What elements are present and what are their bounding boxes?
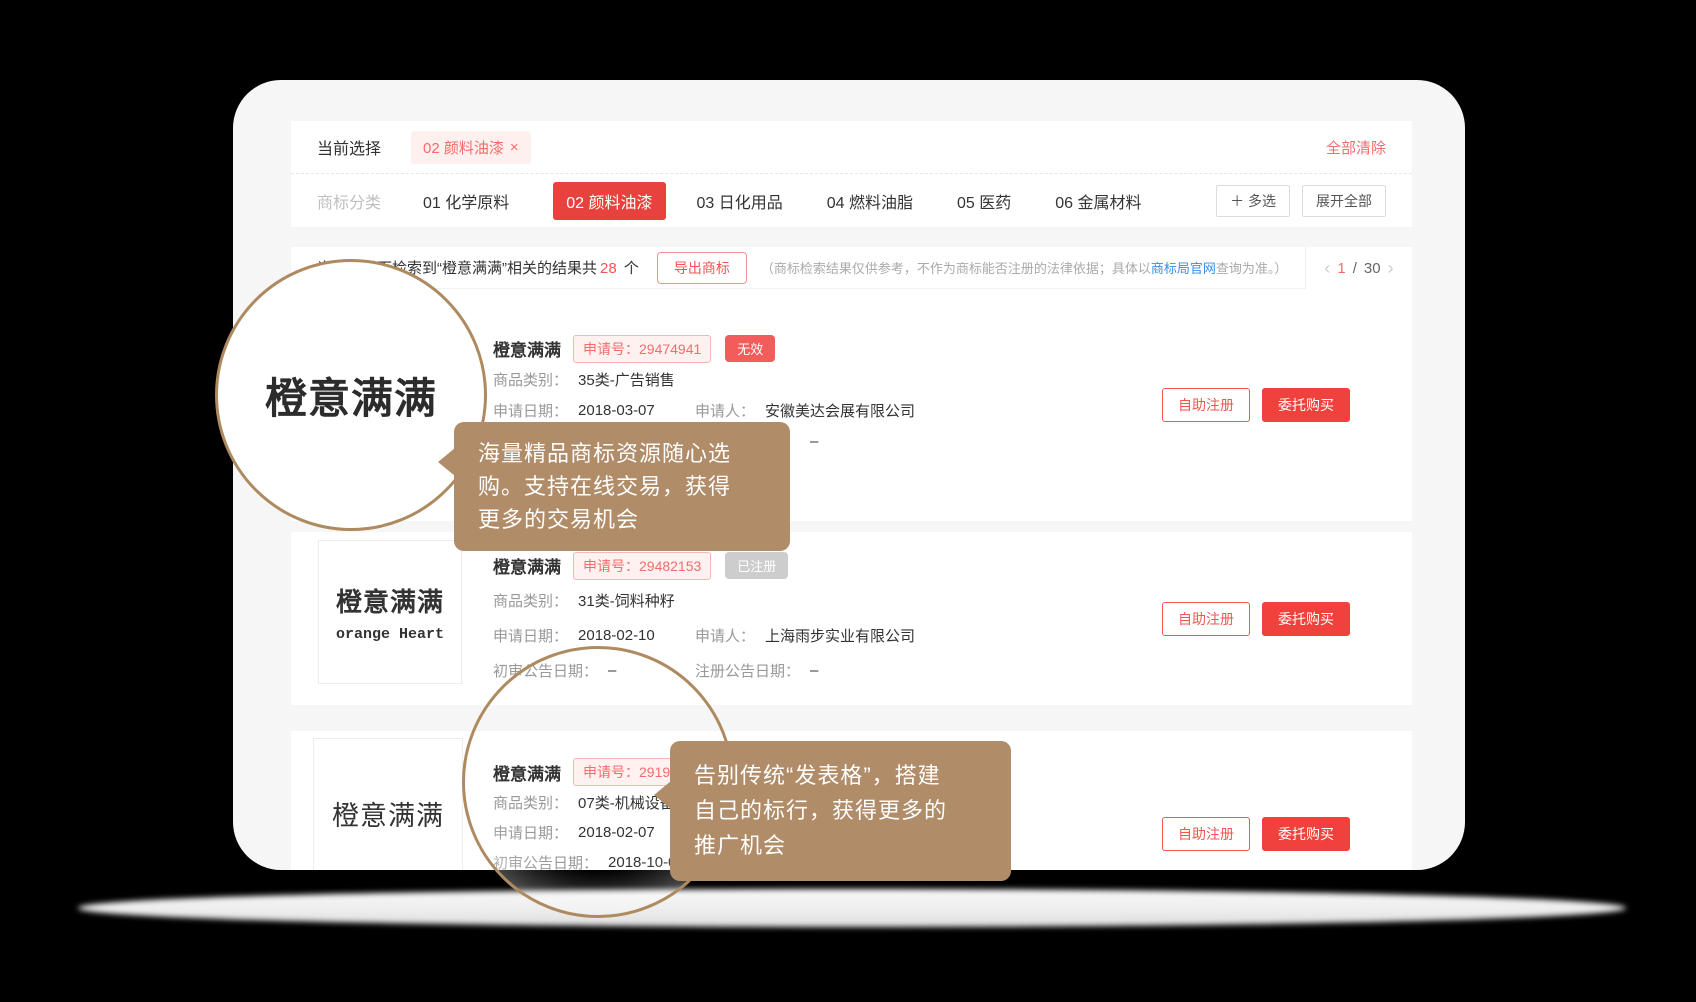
category-item-06[interactable]: 06 金属材料 bbox=[1055, 189, 1141, 213]
remove-filter-icon[interactable]: × bbox=[510, 139, 519, 156]
category-line: 商品类别： 31类-饲料种籽 bbox=[493, 583, 788, 618]
trademark-image-subtext: orange Heart bbox=[336, 626, 444, 643]
application-number-tag: 申请号：29482153 bbox=[573, 552, 711, 580]
entrust-purchase-button[interactable]: 委托购买 bbox=[1262, 817, 1350, 851]
row-actions-2: 自助注册 委托购买 bbox=[1162, 602, 1350, 636]
status-badge-invalid: 无效 bbox=[725, 335, 775, 362]
page-separator: / bbox=[1353, 260, 1357, 277]
multi-select-button[interactable]: ＋ 多选 bbox=[1216, 185, 1290, 217]
current-selection-label: 当前选择 bbox=[317, 135, 381, 159]
category-item-03[interactable]: 03 日化用品 bbox=[697, 189, 783, 213]
field-label: 商品类别： bbox=[493, 369, 568, 390]
field-value: 2018-02-10 bbox=[578, 627, 655, 644]
row-actions-1: 自助注册 委托购买 bbox=[1162, 388, 1350, 422]
field-label: 申请日期： bbox=[493, 625, 568, 646]
field-label: 申请人： bbox=[695, 400, 755, 421]
entrust-purchase-button[interactable]: 委托购买 bbox=[1262, 388, 1350, 422]
category-row-label: 商标分类 bbox=[317, 189, 381, 213]
laptop-base-shadow bbox=[78, 889, 1626, 927]
marketing-tooltip-2: 告别传统“发表格”，搭建 自己的标行，获得更多的 推广机会 bbox=[670, 741, 1011, 881]
trademark-image-text: 橙意满满 bbox=[332, 794, 444, 833]
field-value: 上海雨步实业有限公司 bbox=[765, 625, 915, 646]
page-background: 当前选择 02 颜料油漆 × 全部清除 商标分类 01 化学原料 02 颜料油漆… bbox=[0, 0, 1696, 1002]
trademark-name: 橙意满满 bbox=[493, 336, 561, 361]
entrust-purchase-button[interactable]: 委托购买 bbox=[1262, 602, 1350, 636]
field-label: 申请日期： bbox=[493, 400, 568, 421]
trademark-image-text: 橙意满满 bbox=[336, 582, 444, 619]
results-header: 当前分类下检索到“橙意满满”相关的结果共28 个 导出商标 （商标检索结果仅供参… bbox=[291, 247, 1412, 289]
field-label: 注册公告日期： bbox=[695, 660, 800, 681]
magnifier-circle: 橙意满满 bbox=[215, 259, 487, 531]
status-badge-registered: 已注册 bbox=[725, 552, 788, 579]
filter-panel: 当前选择 02 颜料油漆 × 全部清除 商标分类 01 化学原料 02 颜料油漆… bbox=[291, 121, 1412, 227]
applicant-field: 申请人： 上海雨步实业有限公司 bbox=[695, 625, 915, 646]
field-value: 35类-广告销售 bbox=[578, 369, 675, 390]
next-page-button[interactable]: › bbox=[1388, 259, 1394, 277]
category-item-01[interactable]: 01 化学原料 bbox=[423, 189, 509, 213]
field-value: 31类-饲料种籽 bbox=[578, 590, 675, 611]
field-value: 安徽美达会展有限公司 bbox=[765, 400, 915, 421]
prev-page-button[interactable]: ‹ bbox=[1324, 259, 1330, 277]
export-trademarks-button[interactable]: 导出商标 bbox=[657, 252, 747, 284]
category-item-02-selected[interactable]: 02 颜料油漆 bbox=[553, 182, 665, 220]
self-register-button[interactable]: 自助注册 bbox=[1162, 602, 1250, 636]
registration-publication-field: 注册公告日期： – bbox=[695, 660, 818, 681]
application-number-label: 申请号： bbox=[583, 558, 639, 574]
field-label: 申请人： bbox=[695, 625, 755, 646]
category-line: 商品类别： 35类-广告销售 bbox=[493, 364, 775, 395]
date-line: 申请日期： 2018-02-10 申请人： 上海雨步实业有限公司 bbox=[493, 618, 788, 653]
category-row: 商标分类 01 化学原料 02 颜料油漆 03 日化用品 04 燃料油脂 05 … bbox=[291, 174, 1412, 227]
application-number-tag: 申请号：29474941 bbox=[573, 335, 711, 363]
disclaimer-text-end: 查询为准。） bbox=[1216, 261, 1288, 276]
results-disclaimer: （商标检索结果仅供参考，不作为商标能否注册的法律依据；具体以商标局官网查询为准。… bbox=[761, 258, 1288, 277]
name-line: 橙意满满 申请号：29482153 已注册 bbox=[493, 548, 788, 583]
trademark-office-link[interactable]: 商标局官网 bbox=[1151, 261, 1216, 276]
application-number-label: 申请号： bbox=[583, 341, 639, 357]
name-line: 橙意满满 申请号：29474941 无效 bbox=[493, 333, 775, 364]
self-register-button[interactable]: 自助注册 bbox=[1162, 817, 1250, 851]
disclaimer-text: （商标检索结果仅供参考，不作为商标能否注册的法律依据；具体以 bbox=[761, 261, 1151, 276]
trademark-image-3[interactable]: 橙意满满 bbox=[313, 738, 463, 870]
field-value: 2018-03-07 bbox=[578, 402, 655, 419]
marketing-tooltip-1: 海量精品商标资源随心选 购。支持在线交易，获得 更多的交易机会 bbox=[454, 422, 790, 551]
application-number-value: 29482153 bbox=[639, 558, 701, 574]
category-item-05[interactable]: 05 医药 bbox=[957, 189, 1011, 213]
total-pages: 30 bbox=[1364, 260, 1381, 277]
applicant-field: 申请人： 安徽美达会展有限公司 bbox=[695, 400, 915, 421]
selected-filter-chip-label: 02 颜料油漆 bbox=[423, 137, 504, 158]
clear-all-button[interactable]: 全部清除 bbox=[1326, 137, 1386, 158]
current-page: 1 bbox=[1337, 260, 1345, 277]
results-count: 28 bbox=[600, 260, 617, 277]
application-number-value: 29474941 bbox=[639, 341, 701, 357]
field-label: 商品类别： bbox=[493, 590, 568, 611]
selected-filter-chip[interactable]: 02 颜料油漆 × bbox=[411, 131, 531, 164]
trademark-image-2[interactable]: 橙意满满 orange Heart bbox=[318, 540, 462, 684]
field-value: – bbox=[810, 433, 818, 450]
trademark-result-row-2: 橙意满满 orange Heart 橙意满满 申请号：29482153 已注册 … bbox=[291, 532, 1412, 705]
category-item-04[interactable]: 04 燃料油脂 bbox=[827, 189, 913, 213]
current-selection-row: 当前选择 02 颜料油漆 × 全部清除 bbox=[291, 121, 1412, 174]
self-register-button[interactable]: 自助注册 bbox=[1162, 388, 1250, 422]
category-actions: ＋ 多选 展开全部 bbox=[1216, 185, 1386, 217]
field-value: – bbox=[810, 662, 818, 679]
pagination: ‹ 1 / 30 › bbox=[1305, 247, 1412, 289]
expand-all-button[interactable]: 展开全部 bbox=[1302, 185, 1386, 217]
trademark-name: 橙意满满 bbox=[493, 553, 561, 578]
magnified-trademark-text: 橙意满满 bbox=[265, 365, 437, 426]
results-summary-suffix: 个 bbox=[624, 260, 639, 277]
row-actions-3: 自助注册 委托购买 bbox=[1162, 817, 1350, 851]
